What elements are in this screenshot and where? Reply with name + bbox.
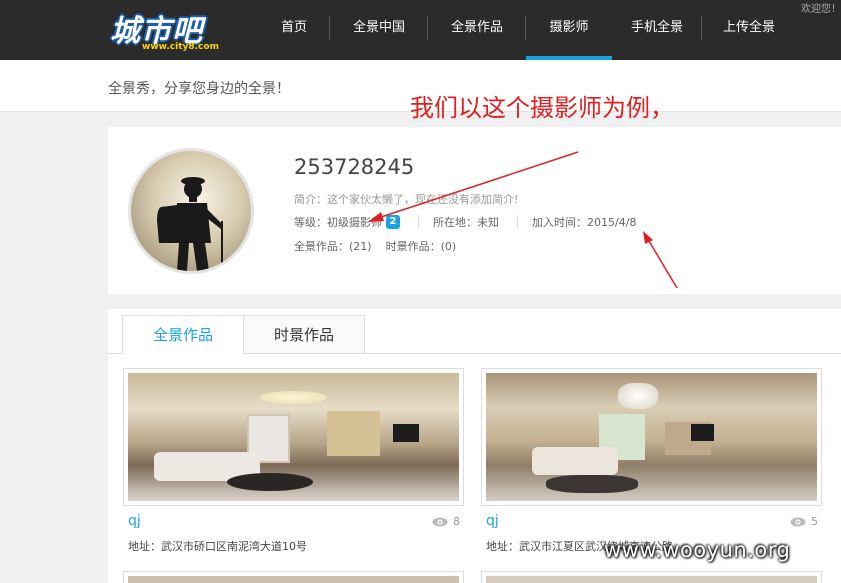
panorama-image — [486, 373, 817, 501]
work-thumbnail[interactable] — [481, 368, 822, 506]
tab-timelapse-works[interactable]: 时景作品 — [243, 315, 365, 354]
work-address: 地址：武汉市硚口区南泥湾大道10号 — [128, 540, 307, 553]
eye-icon — [790, 517, 806, 526]
work-title[interactable]: qj — [486, 513, 499, 529]
view-count-value: 5 — [811, 515, 818, 528]
work-card[interactable]: qj 8 地址：武汉市硚口区南泥湾大道10号 — [123, 368, 464, 558]
eye-icon — [432, 517, 448, 526]
watermark: www.wooyun.org — [604, 538, 791, 562]
view-count: 5 — [790, 515, 818, 528]
work-thumbnail[interactable] — [123, 368, 464, 506]
work-card[interactable]: qj 5 地址：武汉市江夏区武汉绕城高速公路 — [481, 368, 822, 558]
view-count: 8 — [432, 515, 460, 528]
work-card-partial[interactable] — [123, 571, 464, 583]
work-card-partial[interactable] — [481, 571, 822, 583]
view-count-value: 8 — [453, 515, 460, 528]
tab-pano-works[interactable]: 全景作品 — [122, 315, 244, 354]
work-title[interactable]: qj — [128, 513, 141, 529]
panorama-image — [128, 373, 459, 501]
